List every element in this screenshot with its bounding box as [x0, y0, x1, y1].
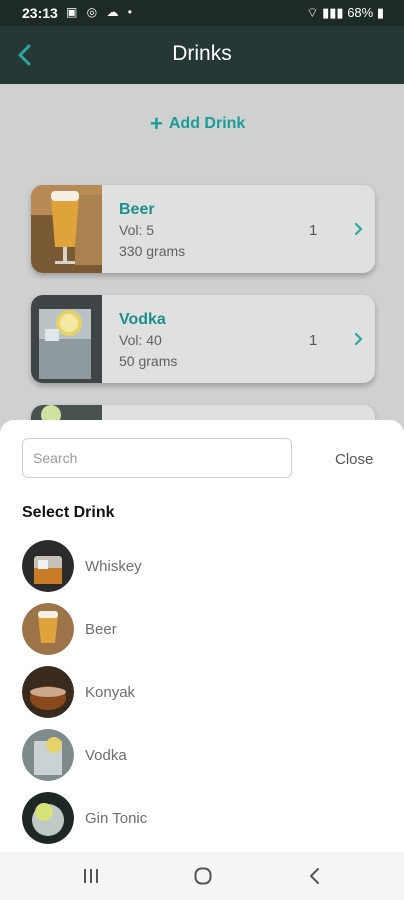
drink-quantity: 1	[309, 332, 318, 349]
drink-grams: 50 grams	[119, 353, 178, 369]
battery-icon: ▮	[376, 5, 384, 20]
wifi-icon: ⌔	[306, 5, 319, 20]
drink-volume: Vol: 40	[119, 332, 162, 348]
notification-icons: ▣ ◎ ☁ •	[66, 5, 136, 19]
list-item-gin-tonic[interactable]: Gin Tonic	[22, 792, 382, 846]
list-item-whiskey[interactable]: Whiskey	[22, 540, 382, 594]
select-drink-sheet: Close Select Drink Whiskey Beer Konyak	[0, 420, 404, 852]
close-button[interactable]: Close	[335, 451, 373, 468]
drink-card-beer[interactable]: Beer Vol: 5 330 grams 1	[31, 185, 375, 273]
drink-quantity: 1	[309, 222, 318, 239]
beer-avatar	[22, 603, 74, 655]
list-item-label: Whiskey	[85, 558, 142, 575]
system-nav-bar	[0, 852, 404, 900]
home-icon[interactable]	[193, 866, 213, 886]
system-icons: ⌔ ▮▮▮ 68% ▮	[306, 5, 384, 21]
back-nav-icon[interactable]	[308, 866, 322, 886]
app-header: Drinks	[0, 26, 404, 84]
drink-grams: 330 grams	[119, 243, 186, 259]
list-item-beer[interactable]: Beer	[22, 603, 382, 657]
vodka-avatar	[22, 729, 74, 781]
status-time: 23:13	[22, 5, 58, 21]
search-input[interactable]	[22, 438, 292, 478]
sheet-title: Select Drink	[22, 504, 115, 521]
list-item-konyak[interactable]: Konyak	[22, 666, 382, 720]
gin-tonic-avatar	[22, 792, 74, 844]
drink-card-vodka[interactable]: Vodka Vol: 40 50 grams 1	[31, 295, 375, 383]
chevron-right-icon	[354, 222, 363, 236]
list-item-label: Konyak	[85, 684, 136, 701]
drink-name: Vodka	[119, 311, 166, 328]
whiskey-avatar	[22, 540, 74, 592]
chevron-right-icon	[354, 332, 363, 346]
list-item-label: Beer	[85, 621, 117, 638]
list-item-vodka[interactable]: Vodka	[22, 729, 382, 783]
battery-percent: 68%	[347, 5, 374, 20]
status-bar: 23:13 ▣ ◎ ☁ • ⌔ ▮▮▮ 68% ▮	[0, 0, 404, 26]
add-drink-button[interactable]: + Add Drink	[150, 111, 245, 137]
list-item-label: Gin Tonic	[85, 810, 148, 827]
signal-icon: ▮▮▮	[322, 5, 344, 20]
drink-volume: Vol: 5	[119, 222, 155, 238]
page-title: Drinks	[172, 42, 232, 65]
plus-icon: +	[150, 111, 163, 136]
vodka-thumbnail	[31, 295, 102, 383]
add-drink-label: Add Drink	[168, 115, 246, 132]
beer-thumbnail	[31, 185, 102, 273]
drink-name: Beer	[119, 201, 155, 218]
list-item-label: Vodka	[85, 747, 127, 764]
konyak-avatar	[22, 666, 74, 718]
recent-apps-icon[interactable]	[82, 867, 100, 885]
